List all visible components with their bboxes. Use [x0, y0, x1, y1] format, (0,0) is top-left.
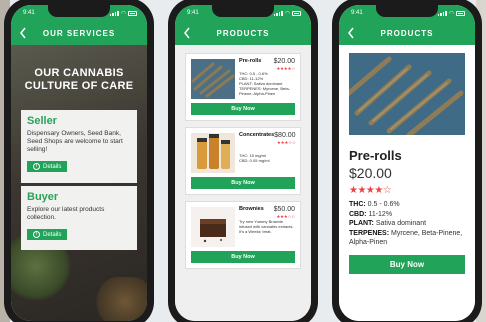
product-card-pre-rolls[interactable]: Pre-rolls $20.00 ★★★★☆ THC: 0.5 - 0.6% CB… [185, 53, 301, 121]
buyer-card: Buyer Explore our latest products collec… [21, 186, 137, 250]
status-time: 9:41 [351, 10, 363, 16]
buy-now-button[interactable]: Buy Now [191, 103, 295, 115]
seller-heading: Seller [27, 115, 57, 127]
page-title: OUR SERVICES [42, 28, 116, 38]
phone-services: 9:41 ◠ OUR SERVICES OUR CANNABIS CULTURE … [4, 0, 154, 322]
back-arrow-icon[interactable] [183, 27, 191, 39]
phone-notch [48, 5, 110, 17]
product-specs: THC: 0.5 - 0.6% CBD: 11-12% PLANT: Sativ… [349, 200, 465, 248]
phone-notch [376, 5, 438, 17]
app-header: PRODUCTS [339, 21, 475, 45]
brownies-image [191, 207, 235, 247]
spec-cbd: CBD: 11-12% [349, 210, 393, 218]
buy-now-button[interactable]: Buy Now [191, 177, 295, 189]
buyer-details-label: Details [43, 231, 62, 238]
wifi-icon: ◠ [448, 10, 454, 17]
product-spec: CBD: 0.05 mg/ml [239, 158, 270, 163]
product-name: Brownies [239, 206, 264, 212]
page-title: PRODUCTS [380, 28, 434, 38]
product-description: Try new Yummy Brownie infused with canna… [239, 219, 294, 234]
spec-thc: THC: 0.5 - 0.6% [349, 201, 400, 208]
product-name: Pre-rolls [349, 148, 402, 163]
info-icon: i [33, 231, 40, 238]
status-time: 9:41 [187, 10, 199, 16]
battery-icon [128, 10, 137, 16]
battery-icon [456, 10, 465, 16]
product-name: Pre-rolls [239, 58, 262, 64]
product-price: $50.00 [273, 206, 295, 213]
spec-terpenes: TERPENES: Myrcene, Beta-Pinene, Alpha-Pi… [349, 229, 463, 247]
app-header: OUR SERVICES [11, 21, 147, 45]
buyer-heading: Buyer [27, 191, 59, 203]
back-arrow-icon[interactable] [347, 27, 355, 39]
page-title: PRODUCTS [216, 28, 270, 38]
signal-icon [273, 10, 283, 16]
product-list: Pre-rolls $20.00 ★★★★☆ THC: 0.5 - 0.6% CB… [175, 45, 311, 321]
seller-details-button[interactable]: i Details [27, 161, 68, 172]
product-price: $80.00 [274, 132, 296, 139]
pre-rolls-large-image [346, 53, 465, 138]
rating-stars: ★★★★☆ [349, 185, 392, 196]
phone-product-detail: 9:41 ◠ PRODUCTS Pre-rolls $20.00 ★★★★☆ T… [332, 0, 482, 322]
signal-icon [437, 10, 447, 16]
seller-details-label: Details [43, 163, 62, 170]
product-spec: TERPENES: Myrcene, Beta-Pinene, Alpha-Pi… [239, 86, 290, 96]
wifi-icon: ◠ [284, 10, 290, 17]
product-name: Concentrates [239, 132, 275, 138]
product-price: $20.00 [349, 165, 392, 181]
buyer-description: Explore our latest products collection. [27, 206, 105, 221]
status-time: 9:41 [23, 10, 35, 16]
hero-heading: OUR CANNABIS CULTURE OF CARE [24, 67, 134, 92]
app-header: PRODUCTS [175, 21, 311, 45]
back-arrow-icon[interactable] [19, 27, 27, 39]
pre-rolls-image [191, 59, 235, 99]
wifi-icon: ◠ [120, 10, 126, 17]
product-price: $20.00 [273, 58, 295, 65]
product-card-concentrates[interactable]: Concentrates $80.00 ★★★☆☆ THC: 15 mg/ml C… [185, 127, 301, 195]
product-card-brownies[interactable]: Brownies $50.00 ★★★☆☆ Try new Yummy Brown… [185, 201, 301, 269]
spec-plant: PLANT: Sativa dominant [349, 220, 427, 227]
buyer-details-button[interactable]: i Details [27, 229, 68, 240]
signal-icon [109, 10, 119, 16]
buy-now-button[interactable]: Buy Now [349, 254, 465, 274]
info-icon: i [33, 163, 40, 170]
battery-icon [292, 10, 301, 16]
phone-notch [212, 5, 274, 17]
product-detail: Pre-rolls $20.00 ★★★★☆ THC: 0.5 - 0.6% C… [339, 45, 475, 321]
seller-card: Seller Dispensary Owners, Seed Bank, See… [21, 110, 137, 183]
seller-description: Dispensary Owners, Seed Bank, Seed Shops… [27, 130, 123, 153]
concentrates-image [191, 133, 235, 173]
buy-now-button[interactable]: Buy Now [191, 251, 295, 263]
phone-product-list: 9:41 ◠ PRODUCTS Pre-rolls $20.00 ★★★★☆ T… [168, 0, 318, 322]
